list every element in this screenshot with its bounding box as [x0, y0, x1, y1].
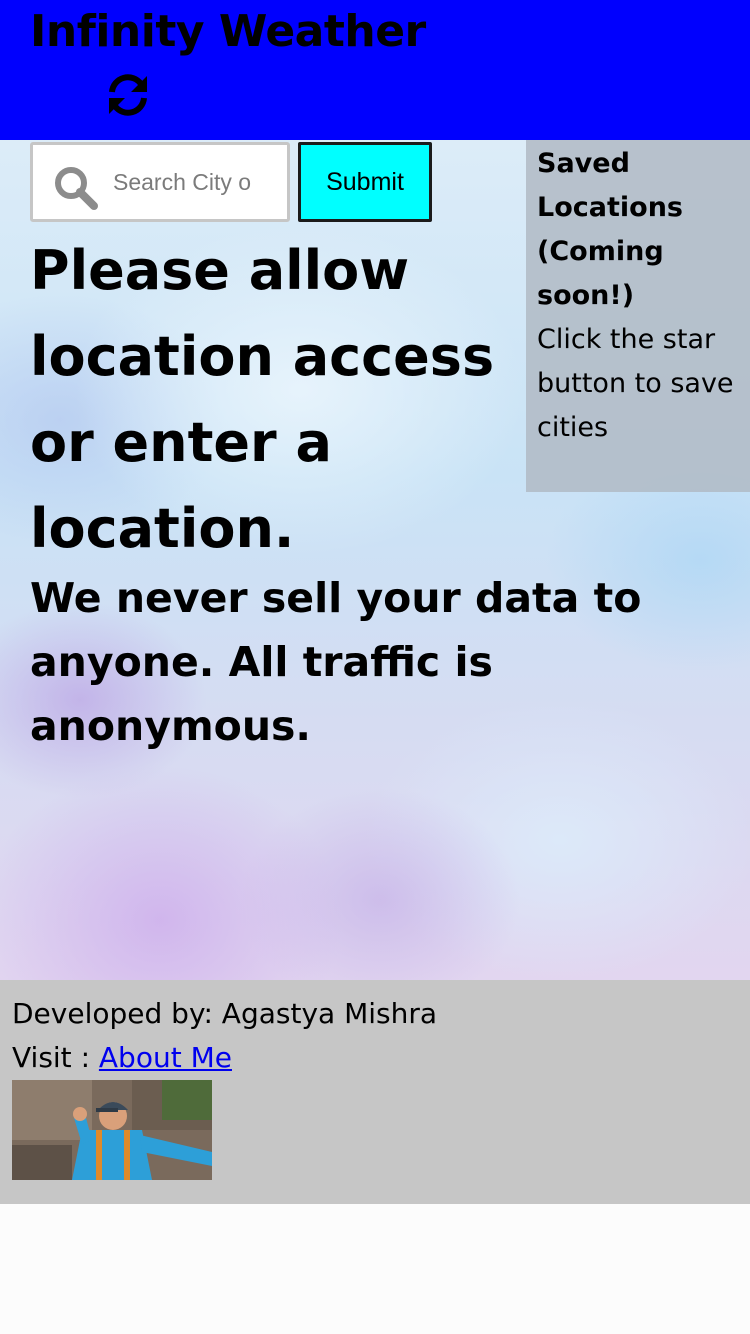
submit-button[interactable]: Submit — [298, 142, 432, 222]
saved-locations-title: Saved Locations (Coming soon!) — [537, 148, 683, 311]
saved-locations-panel: Saved Locations (Coming soon!) Click the… — [526, 140, 750, 492]
visit-label: Visit : — [12, 1041, 99, 1074]
search-icon — [55, 167, 98, 210]
saved-locations-hint: Click the star button to save cities — [537, 324, 734, 443]
developer-photo — [12, 1080, 212, 1180]
app-header: Infinity Weather — [0, 0, 750, 140]
refresh-icon — [109, 74, 147, 116]
app-title: Infinity Weather — [30, 6, 426, 57]
visit-line: Visit : About Me — [12, 1036, 750, 1080]
main-content: Submit Please allow location access or e… — [0, 140, 750, 980]
about-me-link[interactable]: About Me — [99, 1041, 232, 1074]
search-input[interactable] — [113, 159, 251, 205]
location-prompt-heading: Please allow location access or enter a … — [30, 239, 495, 560]
search-box — [30, 142, 290, 222]
developer-credit: Developed by: Agastya Mishra — [12, 997, 438, 1030]
privacy-note: We never sell your data to anyone. All t… — [30, 574, 642, 750]
refresh-button[interactable] — [101, 68, 155, 122]
footer: Developed by: Agastya Mishra Visit : Abo… — [0, 980, 750, 1204]
